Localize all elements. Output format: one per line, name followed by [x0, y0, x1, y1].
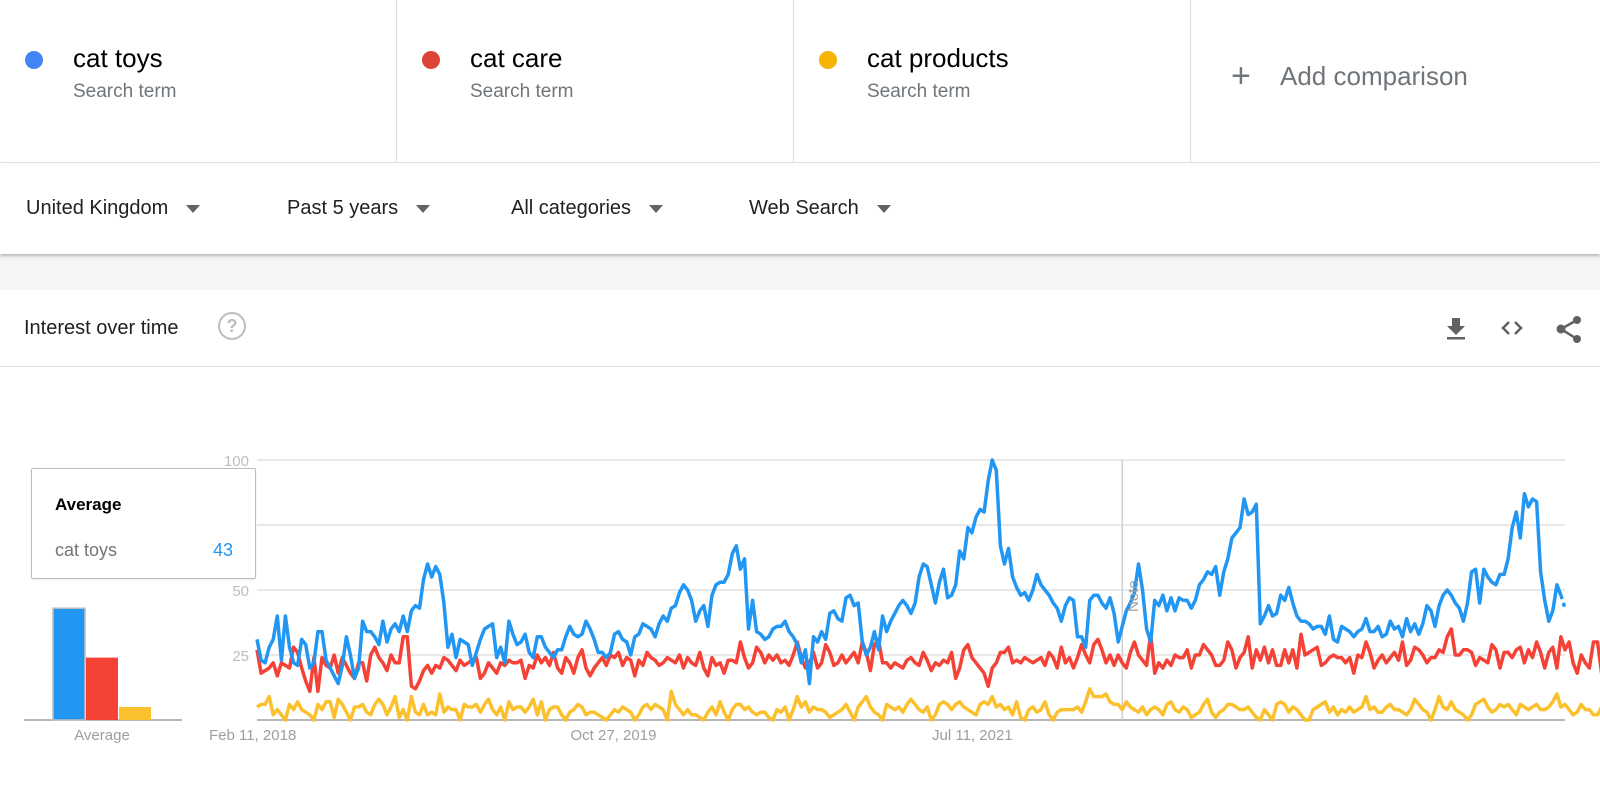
x-tick-label: Jul 11, 2021 — [932, 727, 1013, 744]
search-type-dropdown[interactable]: Web Search — [749, 197, 891, 220]
average-bar-cat-products[interactable] — [119, 707, 151, 720]
y-tick-label: 50 — [232, 583, 249, 600]
search-type-dropdown-label: Web Search — [749, 197, 859, 219]
note-annotation-label[interactable]: Note — [1125, 580, 1142, 612]
category-dropdown[interactable]: All categories — [511, 197, 664, 220]
caret-down-icon — [876, 204, 891, 213]
chart-gridlines — [257, 459, 1565, 721]
region-dropdown-label: United Kingdom — [26, 197, 169, 219]
x-tick-label: Feb 11, 2018 — [209, 727, 296, 744]
caret-down-icon — [416, 204, 431, 213]
y-tick-label: 25 — [232, 648, 249, 665]
caret-down-icon — [186, 204, 201, 213]
region-dropdown[interactable]: United Kingdom — [26, 197, 201, 220]
average-axis-label: Average — [74, 727, 130, 744]
interest-chart: Average 255075100NoteFeb 11, 2018Oct 27,… — [24, 453, 1600, 744]
tooltip-value: 43 — [212, 540, 233, 560]
time-range-dropdown[interactable]: Past 5 years — [287, 197, 431, 220]
series-partial-segment-cat-toys — [1559, 594, 1567, 609]
average-bar-cat-care[interactable] — [86, 657, 118, 720]
average-tooltip: Average cat toys 43 — [31, 468, 256, 579]
average-bar-chart: Average — [24, 607, 182, 744]
time-range-dropdown-label: Past 5 years — [287, 197, 399, 219]
tooltip-title: Average — [55, 495, 122, 514]
caret-down-icon — [649, 204, 664, 213]
x-tick-label: Oct 27, 2019 — [571, 727, 657, 744]
average-bar-cat-toys[interactable] — [52, 607, 86, 721]
tooltip-term: cat toys — [55, 540, 118, 560]
series-line-cat-care[interactable] — [255, 627, 1600, 694]
filters-bar: United Kingdom Past 5 years All categori… — [0, 164, 1600, 254]
category-dropdown-label: All categories — [511, 197, 632, 219]
series-line-cat-products[interactable] — [256, 687, 1600, 722]
